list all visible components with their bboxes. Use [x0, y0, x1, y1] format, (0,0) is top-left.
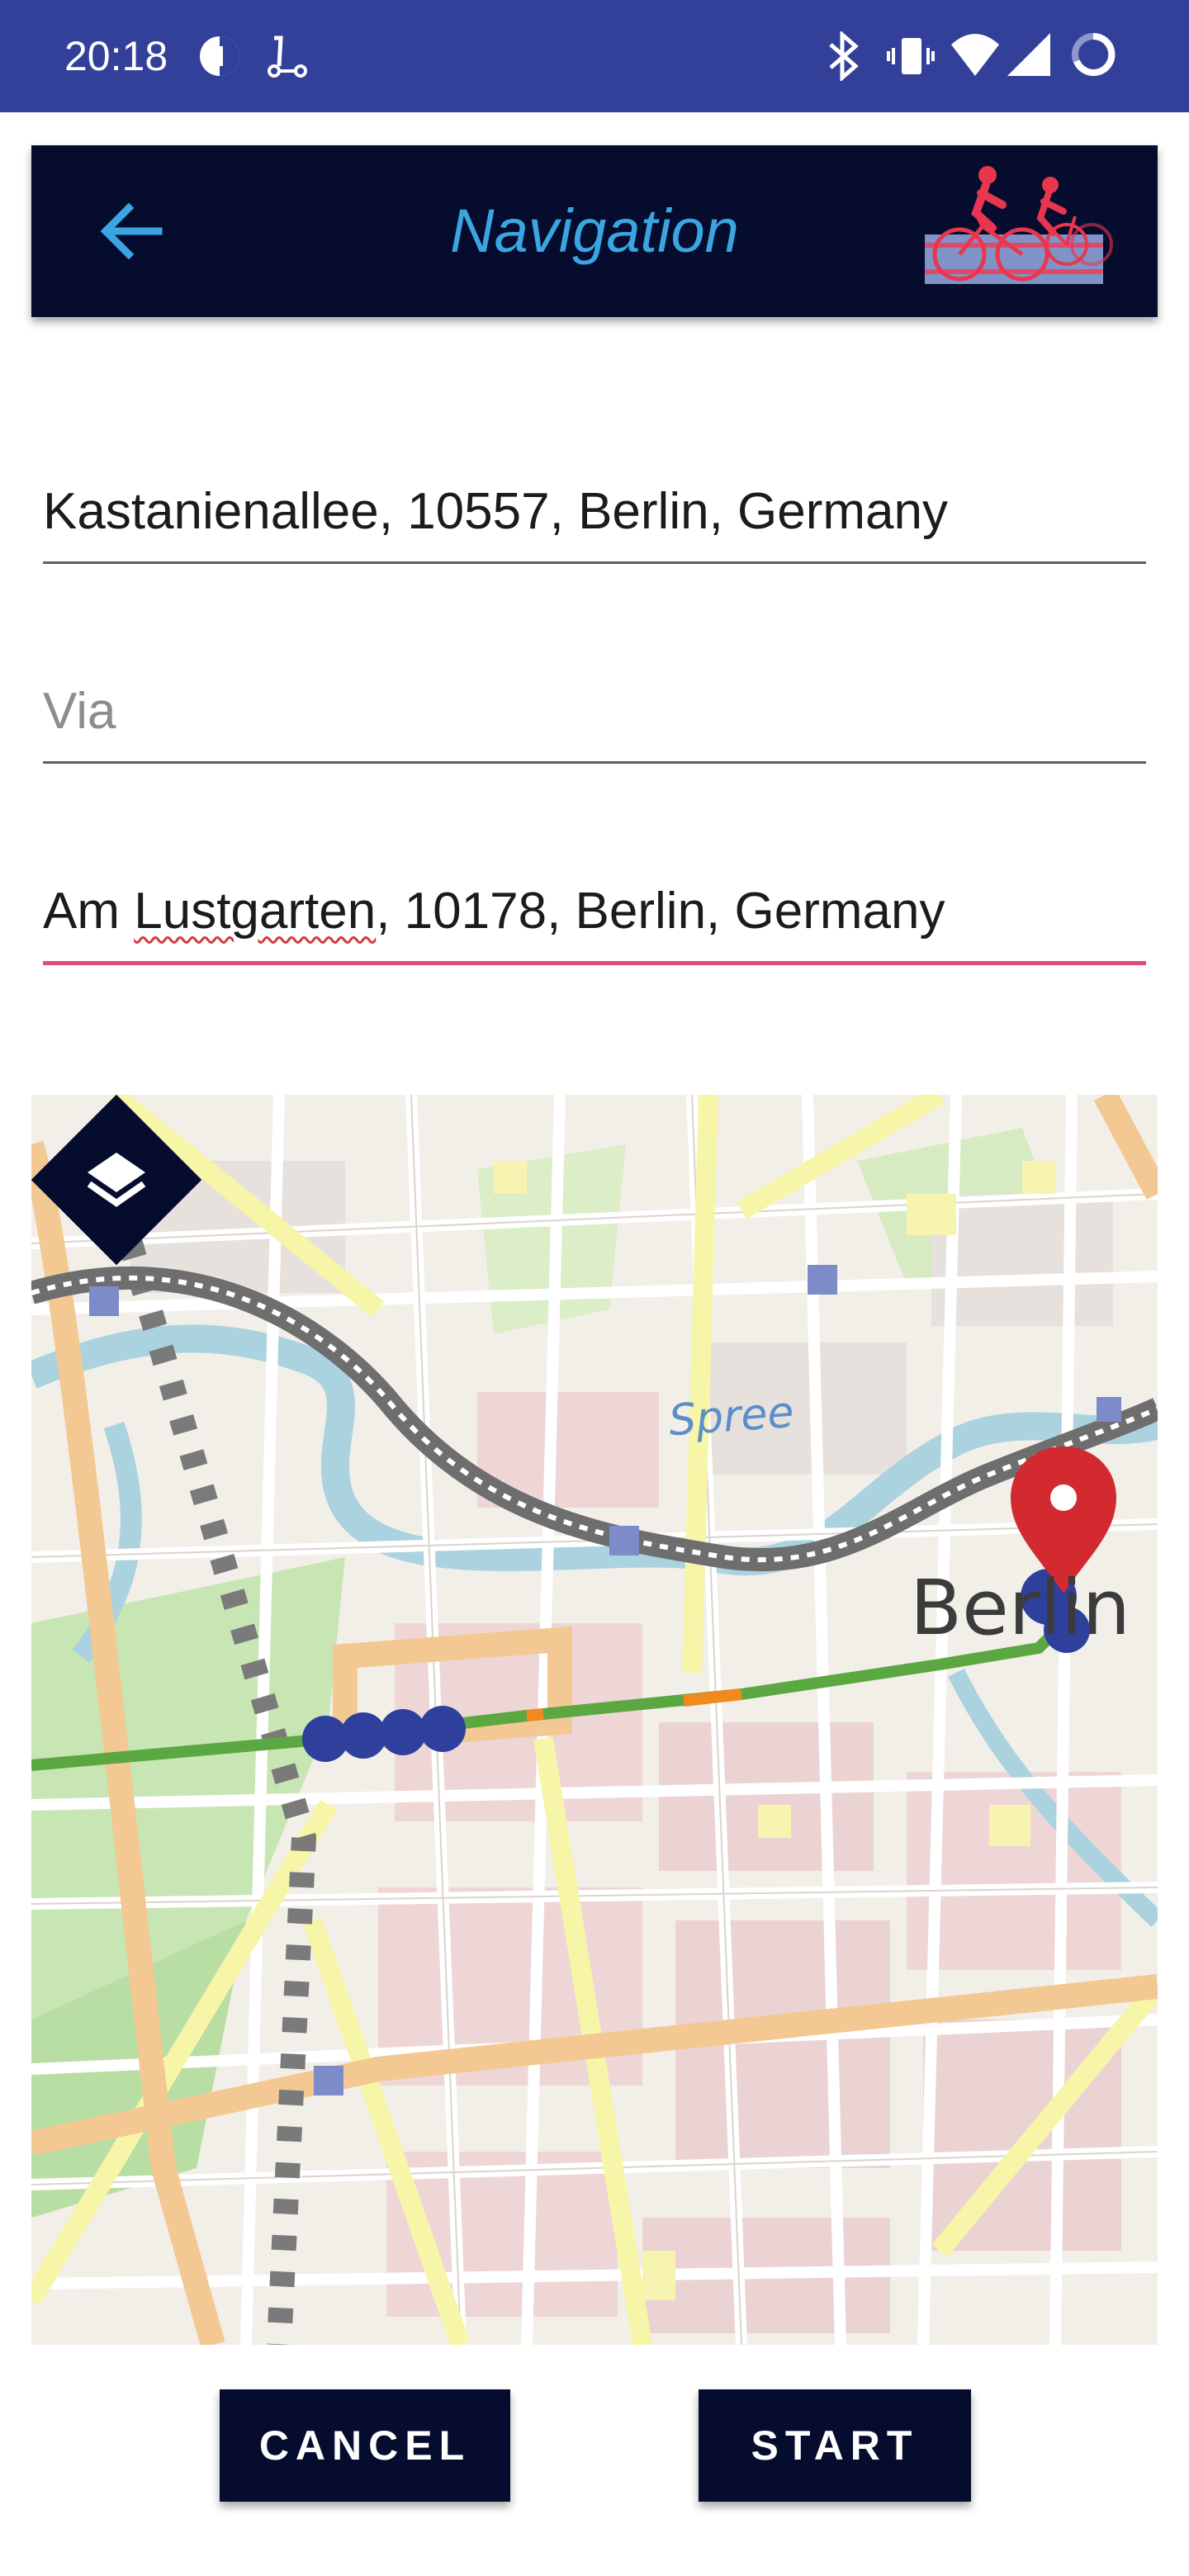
- data-saver-icon: [200, 36, 239, 76]
- to-address-field[interactable]: Am Lustgarten, 10178, Berlin, Germany: [43, 878, 1146, 966]
- battery-ring-icon: [1072, 32, 1116, 76]
- via-address-input[interactable]: Via: [43, 679, 1146, 745]
- wifi-icon: [951, 34, 999, 76]
- vibrate-icon: [887, 38, 935, 74]
- to-address-input[interactable]: Am Lustgarten, 10178, Berlin, Germany: [43, 878, 1146, 945]
- start-button[interactable]: START: [699, 2389, 971, 2502]
- to-address-misspelled-word: Lustgarten: [134, 883, 377, 940]
- map-tiles: [31, 1095, 1158, 2345]
- bluetooth-icon: [829, 31, 859, 81]
- map-label-river: Spree: [667, 1387, 796, 1447]
- map-label-city: Berlin: [910, 1564, 1130, 1652]
- app-toolbar: Navigation: [31, 145, 1158, 317]
- status-time: 20:18: [64, 33, 168, 79]
- cancel-button[interactable]: CANCEL: [220, 2389, 510, 2502]
- to-field-underline-focused: [43, 961, 1146, 965]
- from-address-field[interactable]: Kastanienallee, 10557, Berlin, Germany: [43, 479, 1146, 565]
- signal-icon: [1007, 33, 1050, 76]
- to-address-prefix: Am: [43, 883, 135, 940]
- via-address-field[interactable]: Via: [43, 679, 1146, 765]
- layers-icon[interactable]: [31, 1095, 201, 1265]
- from-address-input[interactable]: Kastanienallee, 10557, Berlin, Germany: [43, 479, 1146, 545]
- status-bar: 20:18: [0, 0, 1189, 112]
- via-field-underline: [43, 761, 1146, 764]
- from-field-underline: [43, 561, 1146, 564]
- tandem-bike-logo: [925, 166, 1113, 284]
- to-address-suffix: , 10178, Berlin, Germany: [376, 883, 945, 940]
- scooter-icon: [268, 36, 307, 78]
- route-map[interactable]: Spree Berlin: [31, 1095, 1158, 2345]
